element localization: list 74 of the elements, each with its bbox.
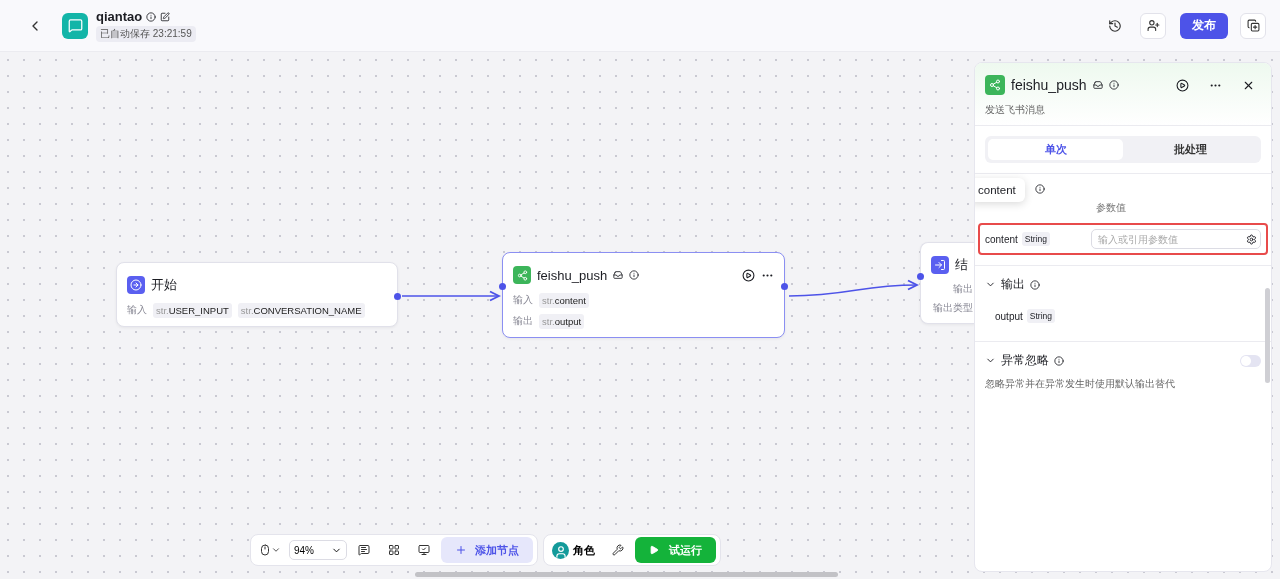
param-name: output: [995, 310, 1023, 322]
app-title: qiantao: [96, 9, 143, 24]
workflow-node[interactable]: feishu_push 输入 str.content 输出 str.output: [502, 252, 785, 338]
scrollbar[interactable]: [1265, 288, 1270, 383]
port-dot[interactable]: [781, 283, 788, 290]
add-node-button[interactable]: 添加节点: [441, 537, 533, 563]
section-description: 忽略异常并在异常发生时使用默认输出替代: [985, 377, 1176, 391]
node-title: 结: [955, 256, 968, 274]
role-button[interactable]: 角色: [548, 537, 601, 563]
share-icon: [985, 75, 1005, 95]
publish-button[interactable]: 发布: [1180, 12, 1228, 39]
chevron-icon: [271, 545, 281, 555]
port-dot[interactable]: [499, 283, 506, 290]
autosave-badge: 已自动保存 23:21:59: [96, 26, 196, 42]
grid-icon: [388, 544, 400, 556]
mouse-icon: [259, 544, 271, 556]
panel-title: feishu_push: [1011, 77, 1087, 93]
play-icon[interactable]: [1176, 78, 1189, 92]
workflow-node[interactable]: 开始 输入 str.USER_INPUT str.CONVERSATION_NAME: [116, 262, 398, 327]
param-tag: str.USER_INPUT: [153, 303, 232, 318]
node-title: feishu_push: [537, 267, 608, 283]
play-icon[interactable]: [742, 268, 755, 282]
row-label: 输入: [127, 304, 147, 317]
user-plus-icon: [1146, 19, 1160, 32]
edit-icon[interactable]: [160, 11, 171, 22]
type-tag: String: [1026, 309, 1056, 323]
type-tag: String: [1021, 232, 1051, 246]
play-icon: [649, 545, 659, 555]
row-label: 输出: [953, 283, 973, 296]
row-label: 输出类型: [933, 302, 973, 315]
node-title: 开始: [151, 276, 177, 294]
section-title: 异常忽略: [1001, 352, 1049, 369]
comment-icon: [358, 544, 370, 556]
copy-button[interactable]: [1240, 12, 1266, 39]
info-icon[interactable]: [629, 270, 640, 280]
info-icon[interactable]: [1030, 279, 1040, 290]
invite-button[interactable]: [1140, 12, 1166, 39]
panel-description: 发送飞书消息: [985, 103, 1046, 117]
mode-tab[interactable]: 批处理: [1123, 139, 1258, 160]
settings-icon[interactable]: [1246, 233, 1257, 245]
monitor-icon: [418, 544, 430, 556]
tray-icon: [613, 270, 624, 280]
tray-icon: [1092, 80, 1103, 90]
scrollbar[interactable]: [415, 572, 838, 577]
row-label: 输入: [513, 294, 533, 307]
column-header: 参数值: [1096, 202, 1127, 215]
workflow-node[interactable]: 结 输出 输出类型: [920, 242, 975, 324]
zoom-select[interactable]: 94%: [289, 540, 347, 560]
section-title: 输出: [1001, 276, 1025, 293]
param-tag: str.content: [539, 293, 589, 308]
toggle-switch[interactable]: [1240, 354, 1261, 367]
info-icon[interactable]: [1108, 80, 1119, 90]
param-tag: str.output: [539, 314, 585, 329]
param-tag: str.CONVERSATION_NAME: [237, 303, 365, 318]
info-icon[interactable]: [1054, 355, 1064, 366]
value-field[interactable]: 输入或引用参数值: [1096, 232, 1246, 246]
port-dot[interactable]: [394, 293, 401, 300]
wrench-icon: [612, 544, 624, 556]
history-icon: [1108, 18, 1122, 33]
avatar-icon: [552, 541, 569, 559]
tooltip: content: [975, 178, 1025, 202]
chat-bubble-icon: [62, 12, 88, 39]
info-icon[interactable]: [1035, 184, 1045, 194]
param-name: content: [985, 233, 1018, 245]
share-icon: [513, 266, 531, 284]
login-icon: [931, 256, 949, 274]
port-dot[interactable]: [917, 273, 924, 280]
info-icon[interactable]: [146, 11, 157, 22]
plus-icon: [455, 544, 467, 556]
mode-tab[interactable]: 单次: [988, 139, 1123, 160]
start-icon: [127, 276, 145, 294]
copy-icon: [1246, 19, 1260, 32]
input-field[interactable]: 输入或引用参数值: [1091, 229, 1261, 249]
row-label: 输出: [513, 315, 533, 328]
